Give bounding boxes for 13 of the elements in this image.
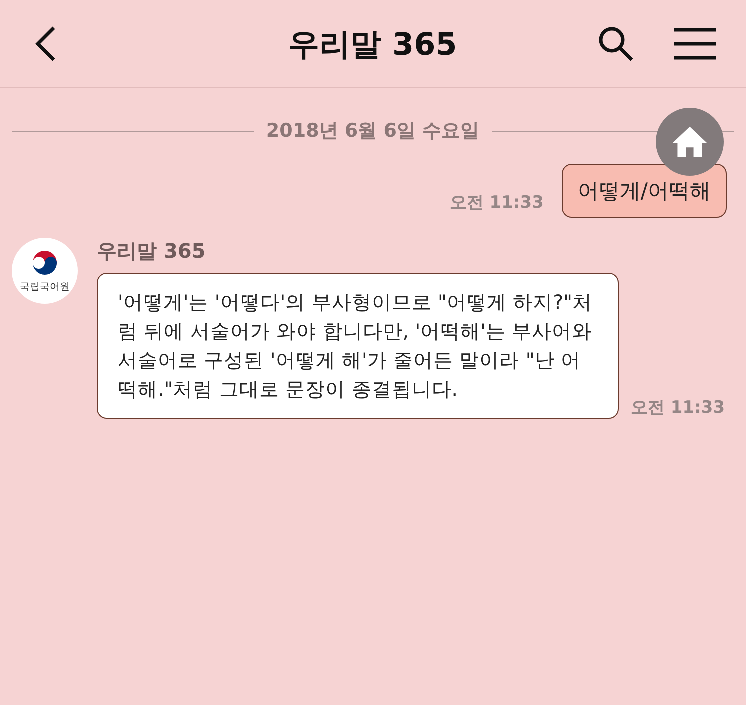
message-bubble: 어떻게/어떡해 xyxy=(562,164,727,218)
header-title: 우리말 365 xyxy=(288,26,458,65)
date-label: 2018년 6월 6일 수요일 xyxy=(266,119,480,144)
back-icon[interactable] xyxy=(34,26,58,62)
avatar-label: 국립국어원 xyxy=(20,281,70,294)
sender-name: 우리말 365 xyxy=(97,238,207,265)
message-time: 오전 11:33 xyxy=(631,397,726,419)
emblem-icon xyxy=(30,248,60,278)
menu-icon[interactable] xyxy=(674,28,716,60)
message-bubble: '어떻게'는 '어떻다'의 부사형이므로 "어떻게 하지?"처럼 뒤에 서술어가 와야 합니다만, '어떡해'는 부사어와 서술어로 구성된 '어떻게 해'가 줄어든 말이라 "난 어떡해."처럼 그대로 문장이 종결됩니다. xyxy=(97,273,619,419)
search-icon[interactable] xyxy=(598,26,634,62)
home-icon xyxy=(671,125,709,159)
message-time: 오전 11:33 xyxy=(450,192,544,214)
